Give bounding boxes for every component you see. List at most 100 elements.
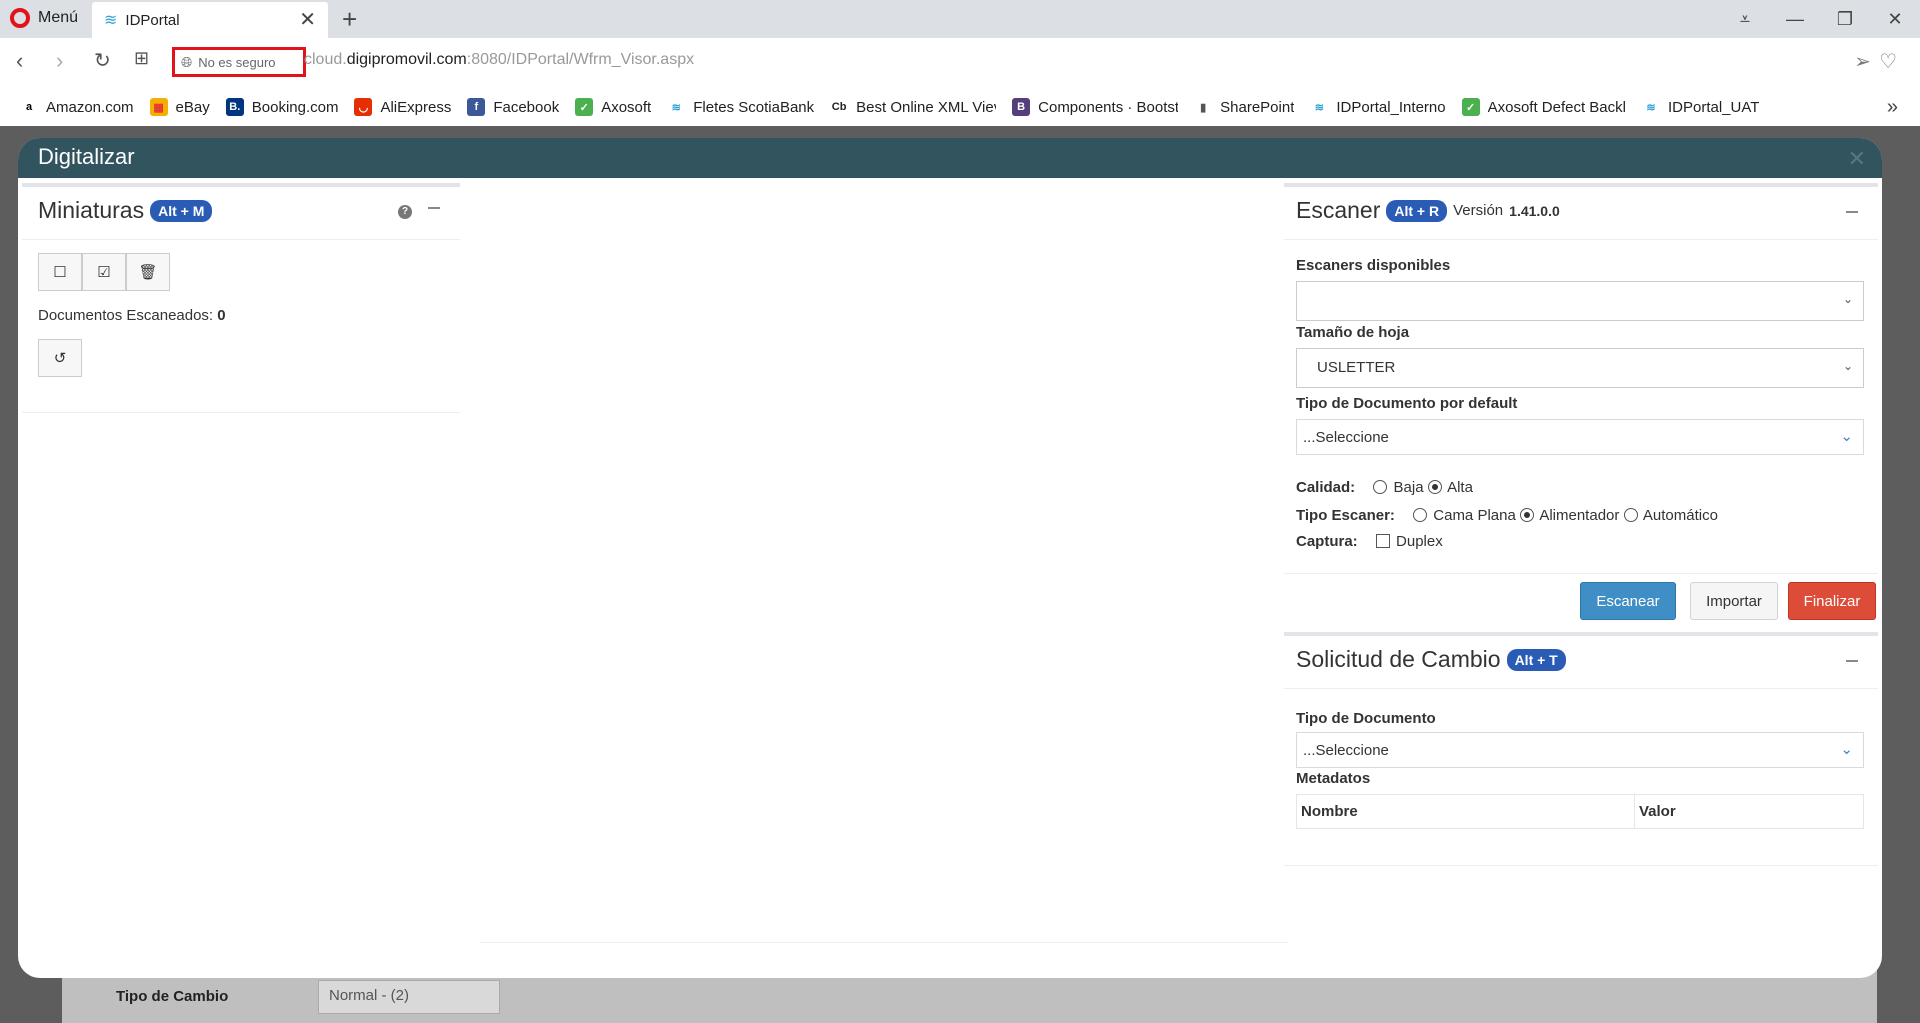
forward-icon[interactable]: › [56,48,63,74]
send-icon[interactable]: ➢ [1854,49,1871,74]
divider [1284,239,1878,240]
url-actions: ➢ ♡ [1854,49,1897,74]
url-host: digipromovil.com [346,51,467,68]
quality-high-radio[interactable] [1427,480,1442,494]
more-bookmarks-icon[interactable]: » [1887,96,1898,119]
cb-icon: Cb [830,98,849,116]
trash-icon: 🗑︎ [138,264,158,281]
bookmark-label: Axosoft [601,98,652,116]
bookmark-label: SharePoint [1220,98,1295,116]
feeder-radio[interactable] [1519,508,1534,522]
facebook-icon: f [467,98,486,116]
import-button[interactable]: Importar [1690,582,1778,620]
undo-icon: ↺ [53,350,67,367]
tab-idportal[interactable]: ≋ IDPortal ✕ [92,2,328,38]
available-scanners-label: Escaners disponibles [1296,257,1451,274]
chevron-down-icon: ⌄ [1840,428,1853,445]
miniaturas-collapse-icon[interactable] [428,207,440,209]
bookmark-item[interactable]: ▦ eBay [149,98,210,116]
security-indicator[interactable]: 🌐︎ No es seguro [172,47,306,77]
paper-size-value: USLETTER [1317,359,1396,376]
bookmark-label: Best Online XML Viev [856,98,997,116]
miniaturas-shortcut-badge: Alt + M [150,199,213,222]
url-path: :8080/IDPortal/Wfrm_Visor.aspx [466,51,695,68]
flatbed-radio[interactable] [1413,508,1428,522]
chevron-down-icon: ⌄ [1842,359,1853,373]
reload-icon[interactable]: ↻ [94,48,111,73]
col-name-header: Nombre [1296,794,1635,829]
bookmark-label: Fletes ScotiaBank [693,98,815,116]
heart-icon[interactable]: ♡ [1879,49,1897,74]
address-bar: ‹ › ↻ ⊞ 🌐︎ No es seguro cloud.digipromov… [0,38,1920,88]
security-label: No es seguro [198,54,276,70]
minimize-icon[interactable]: — [1770,0,1820,38]
finish-button[interactable]: Finalizar [1788,582,1876,620]
miniaturas-header: Miniaturas Alt + M [38,197,213,224]
solicitud-collapse-icon[interactable] [1846,660,1858,662]
bookmark-item[interactable]: ≋ IDPortal_UAT [1642,98,1759,116]
bootstrap-icon: B [1012,98,1031,116]
idportal-icon: ≋ [667,98,686,116]
axosoft-icon: ✓ [575,98,594,116]
quality-high-label: Alta [1447,479,1473,496]
auto-radio[interactable] [1623,508,1638,522]
available-scanners-select[interactable]: ⌄ [1296,281,1864,321]
bookmark-item[interactable]: ≋ Fletes ScotiaBank [667,98,814,116]
default-doc-type-label: Tipo de Documento por default [1296,395,1518,412]
default-doc-type-select[interactable]: ...Seleccione ⌄ [1296,419,1864,455]
url-text[interactable]: cloud.digipromovil.com:8080/IDPortal/Wfr… [304,51,694,69]
page-icon: ▮ [1194,98,1213,116]
url-field[interactable]: 🌐︎ No es seguro cloud.digipromovil.com:8… [170,45,1905,79]
solicitud-header: Solicitud de Cambio Alt + T [1296,646,1566,673]
quality-low-radio[interactable] [1373,480,1388,494]
bookmark-item[interactable]: ✓ Axosoft Defect Backl [1461,98,1626,116]
bookmark-item[interactable]: ✓ Axosoft [575,98,651,116]
metadata-label: Metadatos [1296,770,1371,787]
back-icon[interactable]: ‹ [16,48,23,74]
bookmark-item[interactable]: Cb Best Online XML Viev [830,98,996,116]
version-value: 1.41.0.0 [1509,202,1560,219]
bookmark-item[interactable]: ◡ AliExpress [354,98,451,116]
docs-scanned-count: 0 [217,307,226,324]
bookmark-item[interactable]: a Amazon.com [20,98,134,116]
scan-button[interactable]: Escanear [1580,582,1676,620]
duplex-checkbox[interactable] [1375,534,1390,548]
tipo-cambio-select[interactable]: Normal - (2) [318,980,500,1014]
paper-size-select[interactable]: USLETTER ⌄ [1296,348,1864,388]
select-all-button[interactable]: ☑ [82,253,126,291]
aliexpress-icon: ◡ [354,98,373,116]
solicitud-panel: Solicitud de Cambio Alt + T Tipo de Docu… [1284,632,1878,866]
doc-type-select[interactable]: ...Seleccione ⌄ [1296,732,1864,768]
tab-menu-icon[interactable]: ⩡ [1720,0,1770,38]
solicitud-shortcut-badge: Alt + T [1506,648,1566,671]
chevron-down-icon: ⌄ [1842,292,1853,306]
quality-row: Calidad: Baja Alta [1296,479,1473,496]
axosoft-icon: ✓ [1461,98,1480,116]
flatbed-label: Cama Plana [1433,507,1516,524]
bookmark-item[interactable]: ≋ IDPortal_Interno [1310,98,1446,116]
opera-menu-button[interactable]: Menú [10,8,78,28]
bookmark-item[interactable]: B. Booking.com [225,98,338,116]
bookmark-item[interactable]: f Facebook [467,98,559,116]
divider [1284,573,1878,574]
restore-icon[interactable]: ❐ [1820,0,1870,38]
modal-title: Digitalizar [38,144,135,169]
close-tab-icon[interactable]: ✕ [299,10,316,30]
close-window-icon[interactable]: ✕ [1870,0,1920,38]
speed-dial-icon[interactable]: ⊞ [134,48,149,69]
solicitud-title: Solicitud de Cambio [1296,646,1501,672]
new-tab-icon[interactable]: + [342,4,357,35]
bookmark-item[interactable]: ▮ SharePoint [1194,98,1294,116]
refresh-button[interactable]: ↺ [38,339,82,377]
select-none-button[interactable]: ☐ [38,253,82,291]
bookmark-item[interactable]: B Components · Bootst [1012,98,1178,116]
modal-close-icon[interactable]: ✕ [1848,146,1866,172]
capture-row: Captura: Duplex [1296,533,1443,550]
help-icon[interactable]: ? [398,205,412,219]
bookmark-label: IDPortal_Interno [1336,98,1446,116]
globe-icon: 🌐︎ [181,53,193,70]
escaner-collapse-icon[interactable] [1846,211,1858,213]
escaner-panel: Escaner Alt + R Versión 1.41.0.0 Escaner… [1284,183,1878,573]
delete-button[interactable]: 🗑︎ [126,253,170,291]
escaner-header: Escaner Alt + R Versión 1.41.0.0 [1296,197,1560,224]
